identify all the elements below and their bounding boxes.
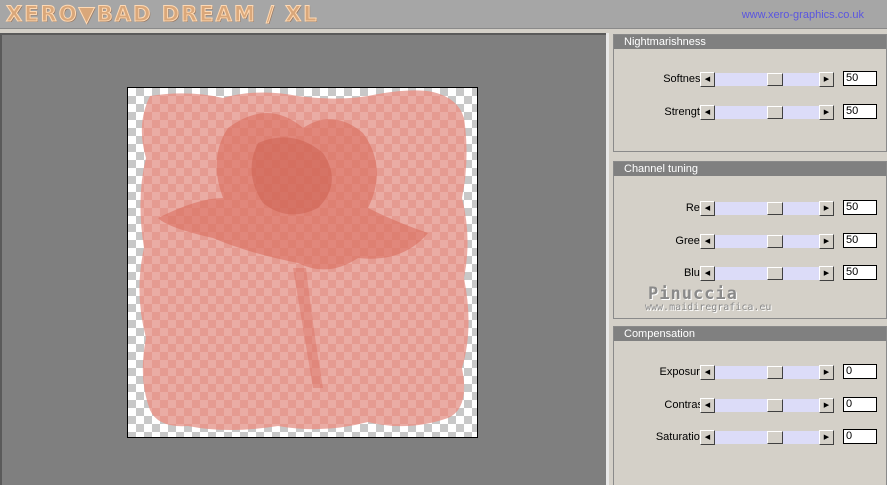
watermark-name: Pinuccia <box>648 284 738 304</box>
triangle-right-icon[interactable]: ▶ <box>819 398 834 413</box>
slider-thumb[interactable] <box>767 73 783 86</box>
softness-slider[interactable]: ◀ ▶ <box>700 72 834 87</box>
triangle-left-icon[interactable]: ◀ <box>700 105 715 120</box>
slider-thumb[interactable] <box>767 366 783 379</box>
slider-track[interactable] <box>715 267 819 280</box>
triangle-right-icon[interactable]: ▶ <box>819 105 834 120</box>
slider-row-softness: Softness ◀ ▶ 50 <box>614 71 887 88</box>
slider-thumb[interactable] <box>767 202 783 215</box>
saturation-value-input[interactable]: 0 <box>843 429 877 444</box>
saturation-slider[interactable]: ◀ ▶ <box>700 430 834 445</box>
exposure-slider[interactable]: ◀ ▶ <box>700 365 834 380</box>
slider-track[interactable] <box>715 202 819 215</box>
red-value-input[interactable]: 50 <box>843 200 877 215</box>
strength-slider[interactable]: ◀ ▶ <box>700 105 834 120</box>
triangle-right-icon[interactable]: ▶ <box>819 72 834 87</box>
slider-thumb[interactable] <box>767 106 783 119</box>
triangle-left-icon[interactable]: ◀ <box>700 398 715 413</box>
triangle-right-icon[interactable]: ▶ <box>819 201 834 216</box>
slider-track[interactable] <box>715 431 819 444</box>
panel-title: Nightmarishness <box>614 35 886 49</box>
green-value-input[interactable]: 50 <box>843 233 877 248</box>
triangle-left-icon[interactable]: ◀ <box>700 365 715 380</box>
panel-compensation: Compensation Exposure ◀ ▶ 0 Contrast ◀ ▶… <box>613 326 887 485</box>
slider-track[interactable] <box>715 73 819 86</box>
slider-row-exposure: Exposure ◀ ▶ 0 <box>614 364 887 381</box>
blue-value-input[interactable]: 50 <box>843 265 877 280</box>
preview-canvas[interactable] <box>127 87 478 438</box>
slider-thumb[interactable] <box>767 399 783 412</box>
watermark: Pinuccia www.maidiregrafica.eu <box>645 284 772 313</box>
slider-row-contrast: Contrast ◀ ▶ 0 <box>614 397 887 414</box>
slider-row-saturation: Saturation ◀ ▶ 0 <box>614 429 887 446</box>
contrast-value-input[interactable]: 0 <box>843 397 877 412</box>
slider-thumb[interactable] <box>767 235 783 248</box>
triangle-right-icon[interactable]: ▶ <box>819 365 834 380</box>
slider-track[interactable] <box>715 106 819 119</box>
triangle-left-icon[interactable]: ◀ <box>700 430 715 445</box>
slider-row-blue: Blue ◀ ▶ 50 <box>614 265 887 282</box>
strength-value-input[interactable]: 50 <box>843 104 877 119</box>
slider-thumb[interactable] <box>767 431 783 444</box>
rose-image <box>139 90 469 431</box>
red-slider[interactable]: ◀ ▶ <box>700 201 834 216</box>
triangle-right-icon[interactable]: ▶ <box>819 430 834 445</box>
panel-title: Channel tuning <box>614 162 886 176</box>
slider-row-green: Green ◀ ▶ 50 <box>614 233 887 250</box>
title-bar: XERO▼BAD DREAM / XL www.xero-graphics.co… <box>0 0 887 29</box>
slider-thumb[interactable] <box>767 267 783 280</box>
slider-track[interactable] <box>715 366 819 379</box>
green-slider[interactable]: ◀ ▶ <box>700 234 834 249</box>
slider-track[interactable] <box>715 399 819 412</box>
slider-row-red: Red ◀ ▶ 50 <box>614 200 887 217</box>
exposure-value-input[interactable]: 0 <box>843 364 877 379</box>
triangle-left-icon[interactable]: ◀ <box>700 72 715 87</box>
blue-slider[interactable]: ◀ ▶ <box>700 266 834 281</box>
triangle-left-icon[interactable]: ◀ <box>700 201 715 216</box>
triangle-right-icon[interactable]: ▶ <box>819 266 834 281</box>
triangle-left-icon[interactable]: ◀ <box>700 266 715 281</box>
contrast-slider[interactable]: ◀ ▶ <box>700 398 834 413</box>
triangle-right-icon[interactable]: ▶ <box>819 234 834 249</box>
panel-nightmarishness: Nightmarishness Softness ◀ ▶ 50 Strength… <box>613 34 887 152</box>
app-logo: XERO▼BAD DREAM / XL <box>6 2 319 27</box>
slider-label: Saturation <box>655 431 706 443</box>
preview-divider <box>606 33 609 485</box>
panel-title: Compensation <box>614 327 886 341</box>
slider-row-strength: Strength ◀ ▶ 50 <box>614 104 887 121</box>
slider-track[interactable] <box>715 235 819 248</box>
watermark-url: www.maidiregrafica.eu <box>645 302 772 313</box>
website-link[interactable]: www.xero-graphics.co.uk <box>742 9 864 21</box>
softness-value-input[interactable]: 50 <box>843 71 877 86</box>
triangle-left-icon[interactable]: ◀ <box>700 234 715 249</box>
